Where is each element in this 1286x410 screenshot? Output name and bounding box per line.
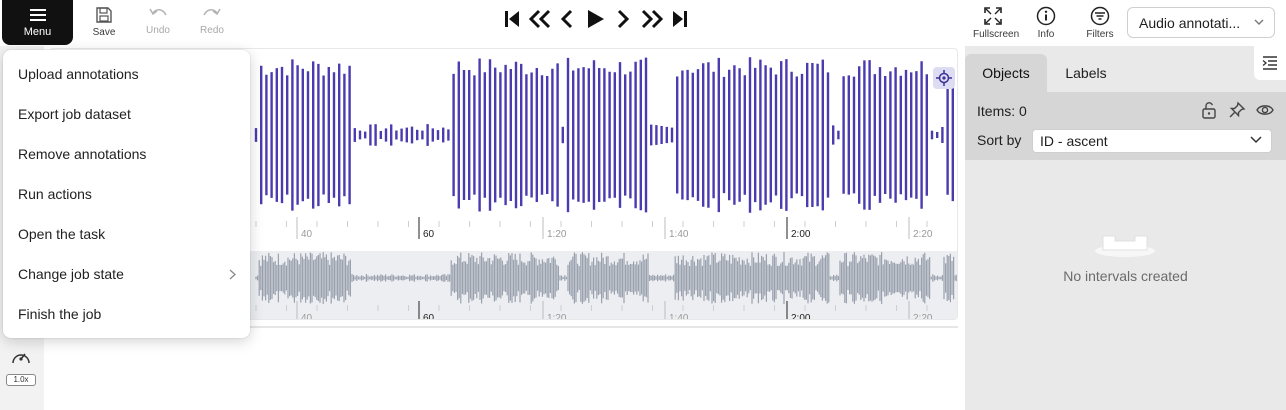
fullscreen-icon: [984, 7, 1002, 25]
play-icon: [588, 10, 604, 28]
menu-label: Menu: [23, 26, 52, 38]
double-chevron-right-icon: [641, 9, 664, 29]
forward-fast-button[interactable]: [640, 8, 664, 35]
eye-icon: [1256, 105, 1274, 115]
unlock-icon: [1202, 102, 1216, 119]
menu-item-label: Export job dataset: [18, 106, 131, 122]
chevron-left-icon: [560, 9, 573, 29]
back-fast-button[interactable]: [528, 8, 552, 35]
workspace-select[interactable]: Audio annotati...: [1127, 7, 1275, 38]
menu-item-label: Upload annotations: [18, 66, 139, 82]
menu-item-change-job-state[interactable]: Change job state: [3, 254, 250, 294]
timeline-tick-label: 2:00: [791, 229, 811, 240]
fullscreen-button[interactable]: Fullscreen: [973, 0, 1020, 44]
redo-button[interactable]: Redo: [196, 0, 228, 44]
overview-tick-label: 60: [423, 313, 435, 319]
filter-icon: [1090, 6, 1110, 26]
menu-item-label: Change job state: [18, 266, 124, 282]
play-button[interactable]: [586, 8, 606, 35]
undo-label: Undo: [146, 25, 170, 36]
hamburger-icon: [30, 9, 46, 21]
chevron-down-icon: [1254, 19, 1264, 25]
overview-tick-label: 1:40: [669, 313, 689, 319]
timeline-tick-label: 1:40: [669, 229, 689, 240]
menu-item-label: Open the task: [18, 226, 106, 242]
filters-label: Filters: [1086, 29, 1114, 40]
crosshair-icon: [936, 70, 952, 86]
forward-button[interactable]: [616, 8, 630, 35]
show-all-button[interactable]: [1255, 100, 1275, 120]
main-menu-dropdown: Upload annotations Export job dataset Re…: [3, 50, 250, 338]
overview-tick-label: 40: [301, 313, 313, 319]
speedometer-icon: [12, 353, 30, 364]
chevron-right-icon: [229, 269, 236, 280]
filters-button[interactable]: Filters: [1083, 0, 1117, 44]
menu-item-finish-job[interactable]: Finish the job: [3, 294, 250, 334]
overview-tick-label: 1:20: [547, 313, 567, 319]
playback-speed-button[interactable]: 1.0x: [6, 348, 36, 386]
save-icon: [96, 7, 112, 23]
back-button[interactable]: [560, 8, 574, 35]
first-frame-button[interactable]: [504, 8, 520, 35]
workspace-value: Audio annotati...: [1139, 15, 1241, 31]
menu-item-remove-annotations[interactable]: Remove annotations: [3, 134, 250, 174]
objects-header: Items: 0 Sort by ID - ascent: [965, 92, 1286, 160]
info-button[interactable]: Info: [1030, 0, 1062, 44]
sort-value: ID - ascent: [1040, 133, 1108, 149]
undo-icon: [149, 8, 167, 16]
menu-button[interactable]: Menu: [2, 0, 73, 45]
redo-label: Redo: [200, 25, 224, 36]
unlock-all-button[interactable]: [1199, 100, 1219, 120]
tab-labels[interactable]: Labels: [1053, 54, 1119, 92]
double-chevron-left-icon: [528, 9, 551, 29]
speed-value: 1.0x: [6, 374, 36, 386]
timeline-tick-label: 60: [423, 229, 435, 240]
focus-button[interactable]: [933, 67, 955, 89]
items-count: Items: 0: [977, 103, 1027, 119]
undo-button[interactable]: Undo: [142, 0, 174, 44]
info-label: Info: [1037, 29, 1055, 40]
menu-item-label: Run actions: [18, 186, 92, 202]
collapse-sidebar-button[interactable]: [1254, 46, 1286, 80]
menu-item-export-job-dataset[interactable]: Export job dataset: [3, 94, 250, 134]
last-frame-button[interactable]: [672, 8, 688, 35]
skip-start-icon: [505, 11, 519, 27]
empty-state-text: No intervals created: [1063, 268, 1188, 284]
pin-all-button[interactable]: [1227, 100, 1247, 120]
save-label: Save: [92, 27, 116, 38]
save-button[interactable]: Save: [88, 0, 120, 44]
fullscreen-label: Fullscreen: [973, 29, 1020, 40]
menu-item-label: Finish the job: [18, 306, 102, 322]
overview-tick-label: 2:20: [913, 313, 933, 319]
tab-label: Objects: [982, 65, 1030, 81]
menu-item-upload-annotations[interactable]: Upload annotations: [3, 54, 250, 94]
tab-label: Labels: [1065, 65, 1107, 81]
sort-by-label: Sort by: [977, 132, 1022, 148]
menu-item-open-task[interactable]: Open the task: [3, 214, 250, 254]
timeline-tick-label: 2:20: [913, 229, 933, 240]
info-icon: [1036, 6, 1056, 26]
timeline-tick-label: 1:20: [547, 229, 567, 240]
timeline-tick-label: 40: [301, 229, 313, 240]
redo-icon: [203, 8, 221, 16]
list-collapse-icon: [1262, 56, 1277, 70]
menu-item-label: Remove annotations: [18, 146, 147, 162]
empty-inbox-icon: [1095, 235, 1155, 257]
top-toolbar: Menu Save Undo Redo Fullscreen Info Filt…: [0, 0, 1286, 46]
sort-select[interactable]: ID - ascent: [1032, 129, 1272, 153]
chevron-right-icon: [617, 9, 630, 29]
tab-objects[interactable]: Objects: [965, 54, 1047, 92]
chevron-down-icon: [1250, 136, 1262, 144]
overview-tick-label: 2:00: [791, 313, 811, 319]
menu-item-run-actions[interactable]: Run actions: [3, 174, 250, 214]
pin-icon: [1229, 101, 1246, 118]
objects-sidebar: Objects Labels Items: 0 Sort by ID - asc…: [965, 46, 1286, 410]
skip-end-icon: [673, 11, 687, 27]
